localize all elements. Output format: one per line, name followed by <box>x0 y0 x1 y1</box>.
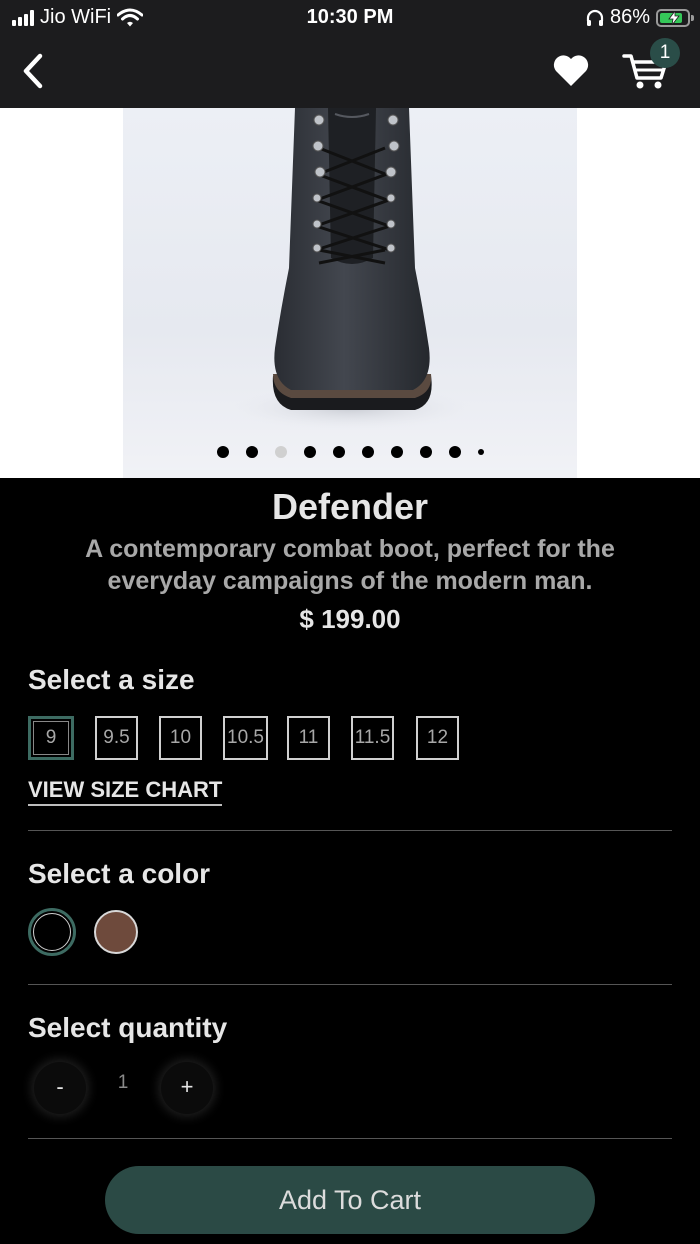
size-option[interactable]: 9 <box>28 716 74 760</box>
status-bar: Jio WiFi 10:30 PM 86% <box>0 0 700 36</box>
color-swatch-black[interactable] <box>28 908 76 956</box>
wishlist-button[interactable] <box>552 52 590 93</box>
gallery-pagination-dots[interactable] <box>0 446 700 458</box>
headphones-icon <box>586 9 604 26</box>
size-option[interactable]: 10.5 <box>223 716 268 760</box>
size-option[interactable]: 11.5 <box>351 716 394 760</box>
color-swatch-brown[interactable] <box>94 910 138 954</box>
size-option[interactable]: 12 <box>416 716 459 760</box>
gallery-dot[interactable] <box>274 446 287 458</box>
size-option[interactable]: 10 <box>159 716 202 760</box>
add-to-cart-button[interactable]: Add To Cart <box>105 1166 595 1234</box>
product-name: Defender <box>271 486 429 527</box>
gallery-dot[interactable] <box>332 446 345 458</box>
product-photo <box>123 108 577 478</box>
gallery-dot[interactable] <box>448 446 461 458</box>
quantity-decrement-button[interactable]: - <box>34 1062 86 1114</box>
product-description: A contemporary combat boot, perfect for … <box>20 533 680 597</box>
gallery-dot[interactable] <box>419 446 432 458</box>
divider <box>28 984 672 985</box>
size-section-label: Select a size <box>28 664 195 695</box>
back-button[interactable] <box>16 50 56 94</box>
gallery-dot[interactable] <box>303 446 316 458</box>
view-size-chart-link[interactable]: VIEW SIZE CHART <box>28 777 223 806</box>
product-description-line-2: everyday campaigns of the modern man. <box>107 567 593 595</box>
gallery-dot[interactable] <box>361 446 374 458</box>
quantity-value: 1 <box>117 1072 129 1093</box>
size-option[interactable]: 11 <box>287 716 330 760</box>
size-option[interactable]: 9.5 <box>95 716 138 760</box>
gallery-dot[interactable] <box>390 446 403 458</box>
size-option-label: 9 <box>45 727 57 748</box>
cart-count-badge: 1 <box>650 38 680 68</box>
product-description-line-1: A contemporary combat boot, perfect for … <box>85 535 615 563</box>
quantity-increment-button[interactable]: + <box>161 1062 213 1114</box>
divider <box>28 1138 672 1139</box>
nav-bar <box>0 36 700 108</box>
color-section-label: Select a color <box>28 858 211 889</box>
boot-image <box>231 108 471 430</box>
status-right: 86% <box>586 6 694 29</box>
divider <box>28 830 672 831</box>
battery-charging-icon <box>656 8 694 27</box>
product-price: $ 199.00 <box>299 604 401 634</box>
back-chevron-icon <box>23 53 43 89</box>
gallery-dot[interactable] <box>245 446 258 458</box>
heart-icon <box>553 55 589 86</box>
gallery-dot[interactable] <box>216 446 229 458</box>
gallery-dot[interactable] <box>477 449 484 455</box>
quantity-section-label: Select quantity <box>28 1012 228 1043</box>
product-image-gallery[interactable] <box>0 108 700 478</box>
battery-percent: 86% <box>609 6 650 28</box>
